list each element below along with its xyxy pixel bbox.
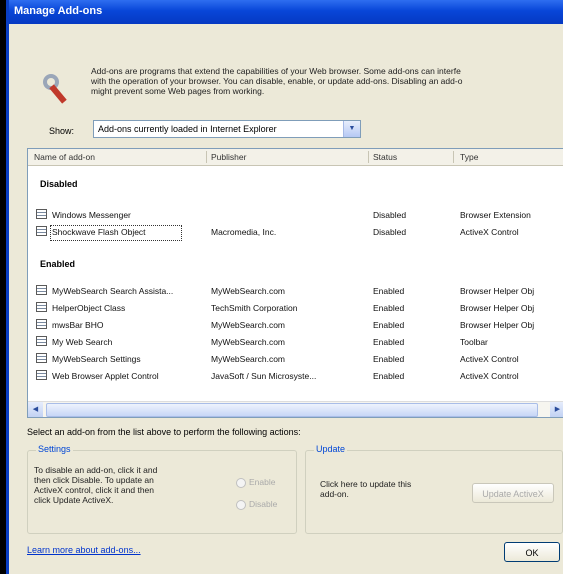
addon-icon [36, 353, 47, 363]
update-label: Update [314, 444, 348, 454]
addon-status: Enabled [373, 354, 405, 364]
addon-name: MyWebSearch Settings [52, 354, 141, 364]
table-row[interactable]: Web Browser Applet Control JavaSoft / Su… [28, 368, 563, 384]
learn-more-link[interactable]: Learn more about add-ons... [27, 545, 141, 555]
chevron-down-icon[interactable]: ▼ [343, 121, 360, 137]
column-status[interactable]: Status [373, 152, 397, 162]
addon-icon [36, 285, 47, 295]
addon-type: Browser Helper Obj [460, 286, 535, 296]
addon-name: Windows Messenger [52, 210, 131, 220]
addons-wrench-icon [43, 74, 67, 104]
manage-addons-window: Manage Add-ons Add-ons are programs that… [6, 0, 563, 574]
addon-type: Toolbar [460, 337, 488, 347]
update-activex-button[interactable]: Update ActiveX [472, 483, 554, 503]
table-row[interactable]: MyWebSearch Settings MyWebSearch.com Ena… [28, 351, 563, 367]
horizontal-scrollbar[interactable]: ◀ ▶ [28, 401, 563, 417]
title-bar[interactable]: Manage Add-ons [9, 0, 563, 24]
addon-name: HelperObject Class [52, 303, 126, 313]
ok-button[interactable]: OK [504, 542, 560, 562]
addon-name: Shockwave Flash Object [52, 227, 146, 237]
addon-icon [36, 302, 47, 312]
addon-publisher: JavaSoft / Sun Microsyste... [211, 371, 317, 381]
column-name[interactable]: Name of add-on [34, 152, 95, 162]
addon-name: My Web Search [52, 337, 113, 347]
group-disabled: Disabled [40, 179, 78, 189]
addon-publisher: MyWebSearch.com [211, 286, 286, 296]
settings-groupbox: Settings To disable an add-on, click it … [27, 444, 297, 534]
table-row[interactable]: Windows Messenger Disabled Browser Exten… [28, 207, 563, 223]
show-dropdown-value: Add-ons currently loaded in Internet Exp… [98, 124, 277, 134]
enable-radio[interactable]: Enable [236, 477, 275, 488]
addon-icon [36, 370, 47, 380]
addon-type: ActiveX Control [460, 354, 519, 364]
addon-type: ActiveX Control [460, 371, 519, 381]
scroll-thumb[interactable] [46, 403, 538, 417]
column-type[interactable]: Type [460, 152, 478, 162]
addon-publisher: TechSmith Corporation [211, 303, 298, 313]
addon-icon [36, 209, 47, 219]
addon-icon [36, 319, 47, 329]
update-text: Click here to update this add-on. [320, 479, 412, 499]
addon-type: Browser Helper Obj [460, 320, 535, 330]
addon-status: Enabled [373, 320, 405, 330]
group-enabled: Enabled [40, 259, 76, 269]
addon-status: Enabled [373, 371, 405, 381]
column-publisher[interactable]: Publisher [211, 152, 246, 162]
addon-type: Browser Extension [460, 210, 531, 220]
actions-instruction: Select an add-on from the list above to … [27, 427, 301, 437]
addon-publisher: Macromedia, Inc. [211, 227, 277, 237]
update-groupbox: Update Click here to update this add-on.… [305, 444, 563, 534]
table-row[interactable]: Shockwave Flash Object Macromedia, Inc. … [28, 224, 563, 241]
table-row[interactable]: mwsBar BHO MyWebSearch.com Enabled Brows… [28, 317, 563, 333]
addon-status: Disabled [373, 227, 407, 237]
description-text: Add-ons are programs that extend the cap… [91, 66, 463, 96]
settings-text: To disable an add-on, click it and then … [34, 465, 158, 505]
addons-list[interactable]: Name of add-on Publisher Status Type Dis… [27, 148, 563, 418]
addon-type: ActiveX Control [460, 227, 519, 237]
table-row[interactable]: My Web Search MyWebSearch.com Enabled To… [28, 334, 563, 350]
scroll-left-icon[interactable]: ◀ [28, 402, 43, 417]
table-row[interactable]: MyWebSearch Search Assista... MyWebSearc… [28, 283, 563, 299]
disable-radio[interactable]: Disable [236, 499, 277, 510]
addon-name: Web Browser Applet Control [52, 371, 159, 381]
addon-icon [36, 226, 47, 236]
window-title: Manage Add-ons [14, 5, 103, 17]
addon-status: Enabled [373, 286, 405, 296]
addon-publisher: MyWebSearch.com [211, 337, 286, 347]
show-dropdown[interactable]: Add-ons currently loaded in Internet Exp… [93, 120, 361, 138]
addon-status: Enabled [373, 337, 405, 347]
addon-icon [36, 336, 47, 346]
addon-status: Disabled [373, 210, 407, 220]
addon-status: Enabled [373, 303, 405, 313]
addon-name: mwsBar BHO [52, 320, 104, 330]
addon-publisher: MyWebSearch.com [211, 354, 286, 364]
table-row[interactable]: HelperObject Class TechSmith Corporation… [28, 300, 563, 316]
addon-name: MyWebSearch Search Assista... [52, 286, 174, 296]
show-label: Show: [49, 126, 75, 136]
scroll-right-icon[interactable]: ▶ [550, 402, 563, 417]
addon-type: Browser Helper Obj [460, 303, 535, 313]
list-header: Name of add-on Publisher Status Type [28, 149, 563, 166]
addon-publisher: MyWebSearch.com [211, 320, 286, 330]
settings-label: Settings [36, 444, 73, 454]
